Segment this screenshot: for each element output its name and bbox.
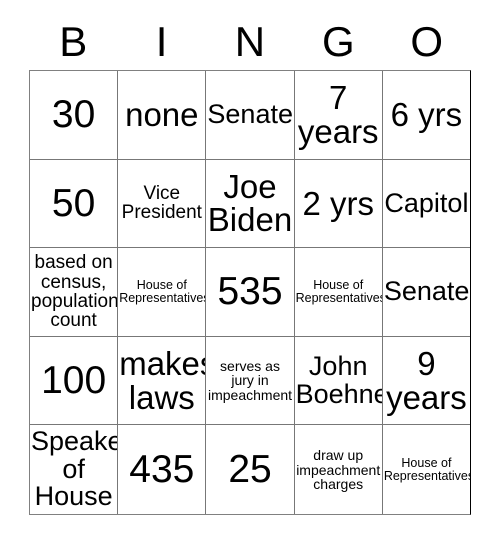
bingo-header-letter-o: O	[410, 18, 444, 65]
bingo-cell[interactable]: Senate	[382, 248, 471, 337]
bingo-cell-label: 100	[41, 358, 107, 402]
bingo-cell-label: Capitol	[384, 187, 469, 218]
bingo-cell-label: 30	[51, 92, 96, 136]
bingo-cell-label: makes laws	[119, 344, 205, 416]
bingo-cell[interactable]: House of Representatives	[294, 248, 383, 337]
bingo-row: 100 makes laws serves as jury in impeach…	[30, 336, 471, 426]
bingo-cell-label: Vice President	[121, 183, 202, 224]
bingo-cell[interactable]: 30	[30, 71, 119, 160]
bingo-cell-label: Senate	[207, 99, 293, 130]
bingo-cell[interactable]: 6 yrs	[382, 71, 471, 160]
bingo-cell[interactable]: 2 yrs	[294, 159, 383, 249]
bingo-cell-label: House of Representatives	[295, 278, 383, 305]
bingo-cell-label: 435	[129, 447, 195, 491]
bingo-cell[interactable]: 9 years	[382, 337, 471, 426]
bingo-row: based on census, population count House …	[30, 248, 471, 337]
bingo-cell[interactable]: serves as jury in impeachment	[206, 336, 295, 426]
bingo-cell[interactable]: 100	[30, 336, 119, 426]
bingo-cell[interactable]: 50	[30, 159, 119, 249]
bingo-cell[interactable]: 25	[206, 425, 295, 514]
bingo-cell-label: 6 yrs	[390, 95, 463, 133]
bingo-cell[interactable]: Senate	[206, 71, 295, 160]
bingo-cell[interactable]: Joe Biden	[206, 159, 295, 249]
bingo-cell-label: 25	[228, 447, 272, 491]
bingo-cell-label: Senate	[383, 276, 470, 307]
bingo-cell-label: 2 yrs	[302, 184, 374, 222]
bingo-cell[interactable]: 435	[118, 425, 207, 514]
bingo-cell[interactable]: House of Representatives	[383, 425, 470, 514]
bingo-cell-label: House of Representatives	[383, 455, 471, 483]
bingo-cell-label: 50	[51, 181, 96, 225]
bingo-header-letter-n: N	[234, 18, 266, 65]
bingo-cell-label: 535	[217, 270, 283, 314]
bingo-cell-label: Speaker of House	[31, 426, 117, 512]
bingo-row: Speaker of House 435 25 draw up impeachm…	[30, 425, 470, 514]
bingo-cell[interactable]: House of Representatives	[118, 248, 207, 337]
bingo-cell[interactable]: based on census, population count	[30, 248, 119, 337]
bingo-header-letter-b: B	[59, 18, 88, 65]
bingo-cell-label: none	[125, 95, 199, 133]
bingo-cell-label: 7 years	[297, 79, 379, 150]
bingo-card: B I N G O 30 none Senate 7 years 6 yrs 5…	[29, 14, 471, 515]
bingo-cell[interactable]: Speaker of House	[30, 425, 119, 514]
bingo-cell[interactable]: Vice President	[118, 159, 207, 249]
bingo-header-row: B I N G O	[29, 14, 471, 70]
bingo-row: 50 Vice President Joe Biden 2 yrs Capito…	[30, 159, 471, 249]
bingo-cell-label: draw up impeachment charges	[296, 447, 381, 492]
bingo-cell[interactable]: Capitol	[382, 160, 471, 249]
bingo-grid: 30 none Senate 7 years 6 yrs 50 Vice Pre…	[29, 70, 471, 515]
bingo-header-letter-i: I	[155, 18, 168, 65]
bingo-row: 30 none Senate 7 years 6 yrs	[30, 71, 471, 160]
bingo-cell-label: 9 years	[386, 344, 467, 416]
bingo-cell-label: John Boehner	[295, 351, 382, 409]
bingo-cell[interactable]: makes laws	[118, 336, 207, 426]
bingo-cell[interactable]: John Boehner	[294, 336, 383, 426]
bingo-cell[interactable]: 535	[206, 248, 295, 337]
bingo-header-letter-g: G	[322, 18, 355, 65]
bingo-cell[interactable]: draw up impeachment charges	[295, 425, 383, 514]
bingo-cell[interactable]: 7 years	[294, 71, 383, 160]
bingo-cell[interactable]: none	[118, 71, 207, 160]
bingo-cell-label: House of Representatives	[119, 278, 207, 305]
bingo-cell-label: based on census, population count	[31, 252, 119, 332]
bingo-cell-label: serves as jury in impeachment	[207, 358, 293, 403]
bingo-cell-label: Joe Biden	[207, 167, 293, 239]
